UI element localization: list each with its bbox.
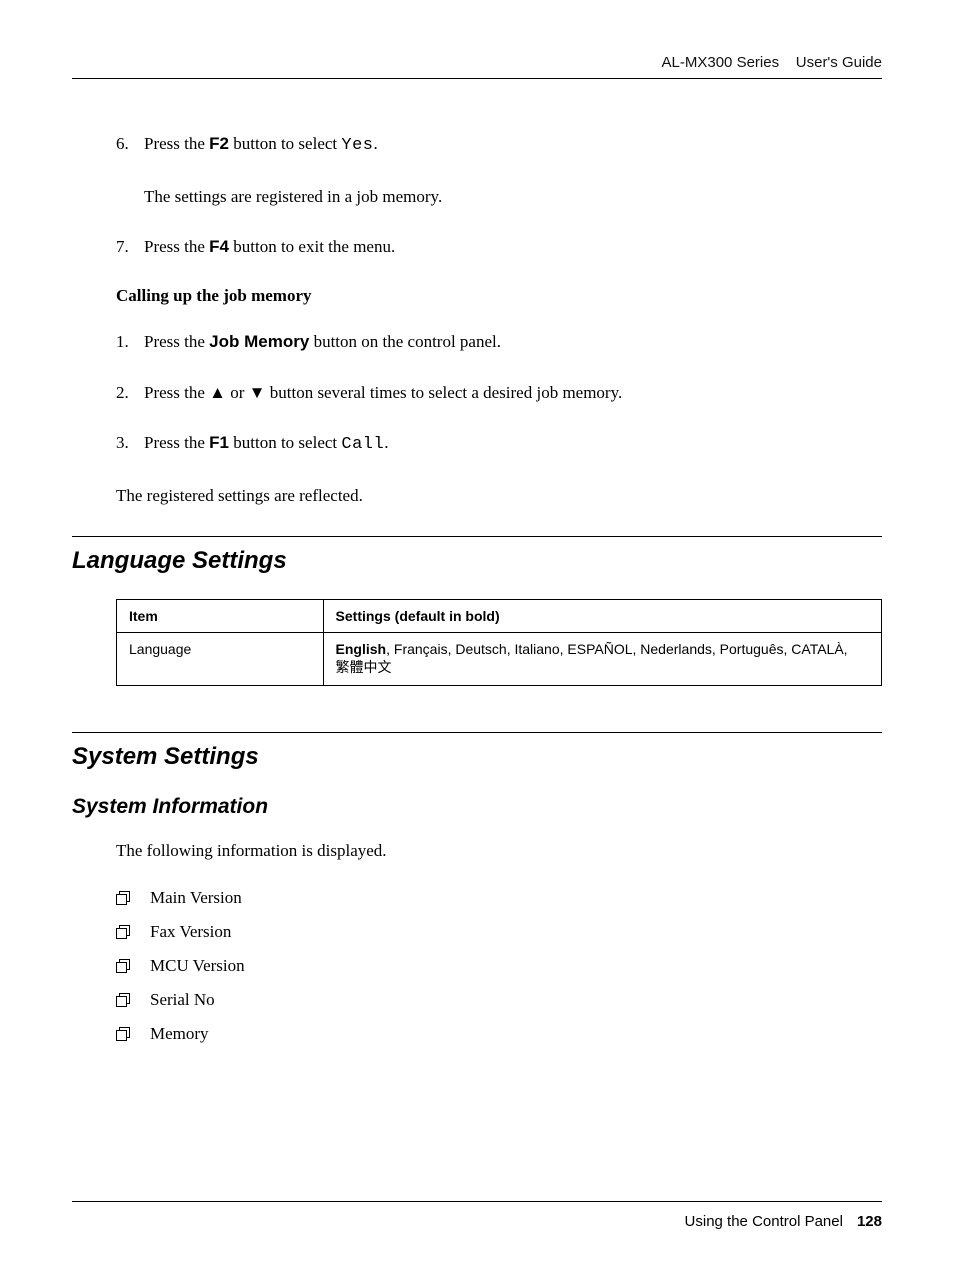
text: button on the control panel. bbox=[309, 332, 501, 351]
header-rule bbox=[72, 78, 882, 79]
step-6-follow: The settings are registered in a job mem… bbox=[144, 185, 882, 210]
lcd-text: Yes bbox=[341, 136, 373, 155]
step-body: Press the Job Memory button on the contr… bbox=[144, 330, 882, 355]
lcd-text: Call bbox=[341, 435, 384, 454]
call-step-1: 1. Press the Job Memory button on the co… bbox=[116, 330, 882, 355]
reflected-note: The registered settings are reflected. bbox=[116, 484, 882, 509]
footer-section: Using the Control Panel bbox=[685, 1213, 843, 1230]
step-number: 3. bbox=[116, 431, 144, 458]
text: , bbox=[844, 641, 848, 657]
step-body: Press the F4 button to exit the menu. bbox=[144, 235, 882, 260]
page-number: 128 bbox=[857, 1213, 882, 1230]
text: Press the bbox=[144, 332, 209, 351]
step-number: 7. bbox=[116, 235, 144, 260]
button-name: Job Memory bbox=[209, 332, 309, 351]
box-bullet-icon bbox=[116, 959, 150, 973]
text: CATALÀ bbox=[791, 641, 843, 657]
list-item: Serial No bbox=[116, 990, 882, 1010]
text: Press the bbox=[144, 383, 209, 402]
section-rule bbox=[72, 732, 882, 733]
table-row: Language English, Français, Deutsch, Ita… bbox=[117, 633, 882, 686]
text: Press the bbox=[144, 134, 209, 153]
page-content: 6. Press the F2 button to select Yes. Th… bbox=[72, 132, 882, 1058]
text: , Français, Deutsch, Italiano, ESPAÑOL, … bbox=[386, 641, 791, 657]
call-step-3: 3. Press the F1 button to select Call. bbox=[116, 431, 882, 458]
text: button to select bbox=[229, 134, 341, 153]
heading-language-settings: Language Settings bbox=[72, 547, 882, 575]
system-info-list: Main Version Fax Version MCU Version Ser… bbox=[116, 888, 882, 1044]
list-item-label: MCU Version bbox=[150, 956, 245, 976]
list-item-label: Memory bbox=[150, 1024, 209, 1044]
text: . bbox=[384, 433, 388, 452]
text-cjk: 繁體中文 bbox=[336, 659, 392, 675]
text: or bbox=[226, 383, 249, 402]
default-value: English bbox=[336, 641, 387, 657]
language-settings-table: Item Settings (default in bold) Language… bbox=[116, 599, 882, 686]
list-item-label: Main Version bbox=[150, 888, 242, 908]
text: . bbox=[374, 134, 378, 153]
button-name: F2 bbox=[209, 134, 229, 153]
text: Press the bbox=[144, 433, 209, 452]
box-bullet-icon bbox=[116, 993, 150, 1007]
step-number: 2. bbox=[116, 381, 144, 406]
step-number: 6. bbox=[116, 132, 144, 159]
list-item: Fax Version bbox=[116, 922, 882, 942]
footer-rule bbox=[72, 1201, 882, 1202]
cell-item: Language bbox=[117, 633, 324, 686]
up-arrow-icon: ▲ bbox=[209, 383, 226, 402]
step-7: 7. Press the F4 button to exit the menu. bbox=[116, 235, 882, 260]
box-bullet-icon bbox=[116, 1027, 150, 1041]
col-settings: Settings (default in bold) bbox=[323, 600, 881, 633]
call-step-2: 2. Press the ▲ or ▼ button several times… bbox=[116, 381, 882, 406]
text: button several times to select a desired… bbox=[266, 383, 623, 402]
button-name: F1 bbox=[209, 433, 229, 452]
list-item-label: Fax Version bbox=[150, 922, 231, 942]
step-body: Press the ▲ or ▼ button several times to… bbox=[144, 381, 882, 406]
heading-system-information: System Information bbox=[72, 795, 882, 819]
list-item-label: Serial No bbox=[150, 990, 215, 1010]
col-item: Item bbox=[117, 600, 324, 633]
button-name: F4 bbox=[209, 237, 229, 256]
header-doc: User's Guide bbox=[796, 54, 882, 71]
page-header: AL-MX300 Series User's Guide bbox=[662, 54, 882, 71]
down-arrow-icon: ▼ bbox=[249, 383, 266, 402]
table-header-row: Item Settings (default in bold) bbox=[117, 600, 882, 633]
step-body: Press the F2 button to select Yes. bbox=[144, 132, 882, 159]
section-rule bbox=[72, 536, 882, 537]
text: button to exit the menu. bbox=[229, 237, 395, 256]
list-item: Memory bbox=[116, 1024, 882, 1044]
step-number: 1. bbox=[116, 330, 144, 355]
header-series: AL-MX300 Series bbox=[662, 54, 780, 71]
list-item: Main Version bbox=[116, 888, 882, 908]
list-item: MCU Version bbox=[116, 956, 882, 976]
step-6: 6. Press the F2 button to select Yes. bbox=[116, 132, 882, 159]
sysinfo-intro: The following information is displayed. bbox=[116, 839, 882, 864]
cell-settings: English, Français, Deutsch, Italiano, ES… bbox=[323, 633, 881, 686]
box-bullet-icon bbox=[116, 891, 150, 905]
subheading-calling-job-memory: Calling up the job memory bbox=[116, 286, 882, 306]
heading-system-settings: System Settings bbox=[72, 743, 882, 771]
box-bullet-icon bbox=[116, 925, 150, 939]
step-body: Press the F1 button to select Call. bbox=[144, 431, 882, 458]
text: Press the bbox=[144, 237, 209, 256]
text: button to select bbox=[229, 433, 341, 452]
page-footer: Using the Control Panel 128 bbox=[685, 1213, 882, 1230]
